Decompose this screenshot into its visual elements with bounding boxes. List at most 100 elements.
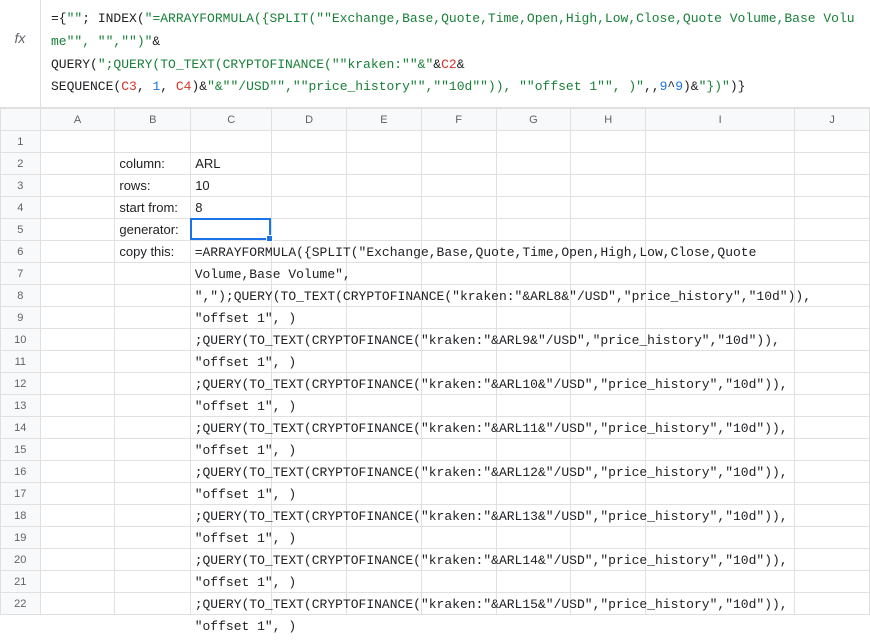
cell-J19[interactable] — [795, 527, 870, 549]
row-header-15[interactable]: 15 — [1, 439, 41, 461]
cell-G7[interactable] — [496, 263, 571, 285]
cell-G14[interactable] — [496, 417, 571, 439]
cell-B10[interactable] — [115, 329, 191, 351]
cell-B19[interactable] — [115, 527, 191, 549]
cell-E18[interactable] — [347, 505, 422, 527]
cell-A19[interactable] — [40, 527, 115, 549]
cell-F7[interactable] — [421, 263, 496, 285]
cell-E3[interactable] — [347, 175, 422, 197]
col-header-F[interactable]: F — [421, 109, 496, 131]
cell-J12[interactable] — [795, 373, 870, 395]
cell-G10[interactable] — [496, 329, 571, 351]
cell-D17[interactable] — [272, 483, 347, 505]
cell-E20[interactable] — [347, 549, 422, 571]
cell-J7[interactable] — [795, 263, 870, 285]
col-header-B[interactable]: B — [115, 109, 191, 131]
col-header-A[interactable]: A — [40, 109, 115, 131]
cell-E12[interactable] — [347, 373, 422, 395]
cell-C9[interactable] — [191, 307, 272, 329]
cell-J22[interactable] — [795, 593, 870, 615]
cell-E7[interactable] — [347, 263, 422, 285]
cell-C10[interactable] — [191, 329, 272, 351]
cell-C20[interactable] — [191, 549, 272, 571]
row-header-9[interactable]: 9 — [1, 307, 41, 329]
row-header-12[interactable]: 12 — [1, 373, 41, 395]
cell-J6[interactable] — [795, 241, 870, 263]
col-header-D[interactable]: D — [272, 109, 347, 131]
row-header-1[interactable]: 1 — [1, 131, 41, 153]
cell-A16[interactable] — [40, 461, 115, 483]
cell-D21[interactable] — [272, 571, 347, 593]
row-header-6[interactable]: 6 — [1, 241, 41, 263]
cell-G3[interactable] — [496, 175, 571, 197]
cell-G18[interactable] — [496, 505, 571, 527]
cell-D11[interactable] — [272, 351, 347, 373]
cell-E5[interactable] — [347, 219, 422, 241]
col-header-H[interactable]: H — [571, 109, 646, 131]
row-header-3[interactable]: 3 — [1, 175, 41, 197]
cell-B4[interactable]: start from: — [115, 197, 191, 219]
cell-F14[interactable] — [421, 417, 496, 439]
cell-F11[interactable] — [421, 351, 496, 373]
col-header-C[interactable]: C — [191, 109, 272, 131]
row-header-17[interactable]: 17 — [1, 483, 41, 505]
cell-B18[interactable] — [115, 505, 191, 527]
cell-H8[interactable] — [571, 285, 646, 307]
cell-G12[interactable] — [496, 373, 571, 395]
row-header-16[interactable]: 16 — [1, 461, 41, 483]
cell-D14[interactable] — [272, 417, 347, 439]
cell-D5[interactable] — [272, 219, 347, 241]
col-header-I[interactable]: I — [646, 109, 795, 131]
cell-F2[interactable] — [421, 153, 496, 175]
cell-B6[interactable]: copy this: — [115, 241, 191, 263]
cell-H2[interactable] — [571, 153, 646, 175]
cell-I4[interactable] — [646, 197, 795, 219]
cell-E17[interactable] — [347, 483, 422, 505]
cell-B20[interactable] — [115, 549, 191, 571]
cell-B17[interactable] — [115, 483, 191, 505]
cell-J21[interactable] — [795, 571, 870, 593]
cell-G19[interactable] — [496, 527, 571, 549]
cell-C11[interactable] — [191, 351, 272, 373]
cell-D20[interactable] — [272, 549, 347, 571]
cell-I17[interactable] — [646, 483, 795, 505]
cell-J14[interactable] — [795, 417, 870, 439]
cell-F17[interactable] — [421, 483, 496, 505]
cell-C21[interactable] — [191, 571, 272, 593]
col-header-E[interactable]: E — [347, 109, 422, 131]
row-header-7[interactable]: 7 — [1, 263, 41, 285]
cell-G13[interactable] — [496, 395, 571, 417]
cell-C4[interactable]: 8 — [191, 197, 272, 219]
cell-D3[interactable] — [272, 175, 347, 197]
cell-I3[interactable] — [646, 175, 795, 197]
cell-H7[interactable] — [571, 263, 646, 285]
cell-B11[interactable] — [115, 351, 191, 373]
cell-B22[interactable] — [115, 593, 191, 615]
cell-A17[interactable] — [40, 483, 115, 505]
cell-A1[interactable] — [40, 131, 115, 153]
cell-D1[interactable] — [272, 131, 347, 153]
cell-H10[interactable] — [571, 329, 646, 351]
cell-H12[interactable] — [571, 373, 646, 395]
cell-F8[interactable] — [421, 285, 496, 307]
cell-I14[interactable] — [646, 417, 795, 439]
cell-B16[interactable] — [115, 461, 191, 483]
cell-B3[interactable]: rows: — [115, 175, 191, 197]
cell-H18[interactable] — [571, 505, 646, 527]
cell-E10[interactable] — [347, 329, 422, 351]
cell-G2[interactable] — [496, 153, 571, 175]
cell-F1[interactable] — [421, 131, 496, 153]
cell-C1[interactable] — [191, 131, 272, 153]
cell-B13[interactable] — [115, 395, 191, 417]
cell-A18[interactable] — [40, 505, 115, 527]
cell-C15[interactable] — [191, 439, 272, 461]
cell-A21[interactable] — [40, 571, 115, 593]
row-header-18[interactable]: 18 — [1, 505, 41, 527]
cell-H16[interactable] — [571, 461, 646, 483]
cell-H15[interactable] — [571, 439, 646, 461]
row-header-2[interactable]: 2 — [1, 153, 41, 175]
cell-B8[interactable] — [115, 285, 191, 307]
cell-A7[interactable] — [40, 263, 115, 285]
cell-E2[interactable] — [347, 153, 422, 175]
cell-E6[interactable] — [347, 241, 422, 263]
